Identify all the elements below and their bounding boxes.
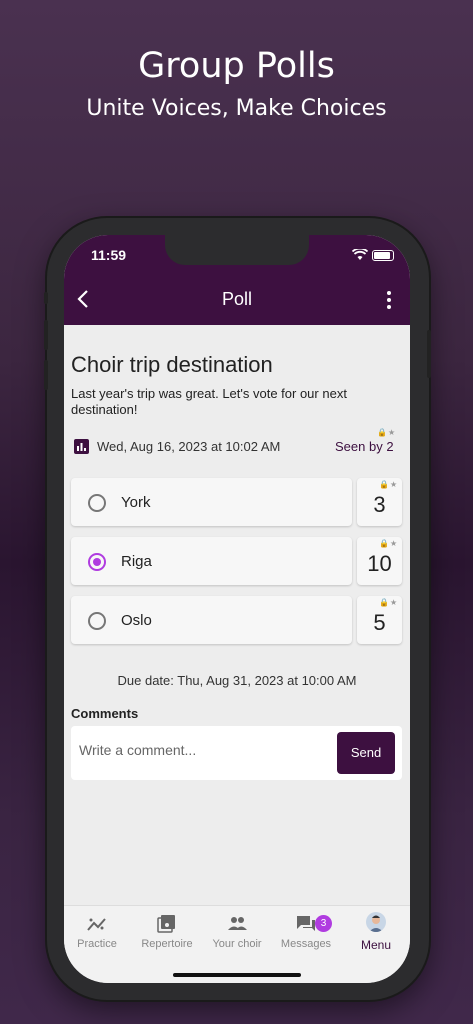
mute-switch bbox=[44, 292, 48, 304]
lock-star-icon: 🔒★ bbox=[379, 480, 399, 489]
bottom-tab-bar: Practice Repertoire Your choir 3 Message… bbox=[64, 905, 410, 983]
vote-count-value: 10 bbox=[367, 551, 392, 576]
option-label: Oslo bbox=[121, 612, 152, 629]
tab-your-choir[interactable]: Your choir bbox=[202, 914, 272, 950]
poll-title: Choir trip destination bbox=[71, 352, 273, 377]
hero-title: Group Polls bbox=[138, 46, 335, 86]
tab-label: Practice bbox=[77, 938, 117, 950]
page-title: Poll bbox=[221, 289, 252, 309]
vote-count-value: 5 bbox=[373, 610, 386, 635]
seen-by-link[interactable]: Seen by 2 bbox=[335, 439, 394, 454]
poll-option-oslo[interactable]: Oslo bbox=[71, 596, 352, 644]
tab-label: Messages bbox=[280, 938, 332, 950]
due-date: Due date: Thu, Aug 31, 2023 at 10:00 AM bbox=[117, 673, 357, 688]
radio-button[interactable] bbox=[88, 494, 106, 512]
poll-option-riga[interactable]: Riga bbox=[71, 537, 352, 585]
lock-star-icon: 🔒★ bbox=[379, 598, 399, 607]
poll-description: Last year's trip was great. Let's vote f… bbox=[71, 386, 347, 417]
radio-button[interactable] bbox=[88, 612, 106, 630]
vote-count-oslo[interactable]: 🔒★ 5 bbox=[357, 596, 402, 644]
tab-label: Your choir bbox=[212, 938, 262, 950]
people-icon bbox=[228, 917, 247, 930]
unread-badge: 3 bbox=[315, 915, 332, 932]
send-button[interactable]: Send bbox=[337, 732, 395, 774]
vote-count-value: 3 bbox=[373, 492, 386, 517]
radio-button-selected[interactable] bbox=[88, 553, 106, 571]
notch bbox=[165, 235, 309, 265]
comments-heading: Comments bbox=[71, 706, 139, 721]
vote-count-riga[interactable]: 🔒★ 10 bbox=[357, 537, 402, 585]
volume-up-button bbox=[44, 320, 48, 350]
avatar-icon bbox=[366, 912, 386, 932]
practice-icon bbox=[87, 918, 106, 931]
home-indicator[interactable] bbox=[173, 973, 301, 977]
volume-down-button bbox=[44, 360, 48, 390]
tab-menu[interactable]: Menu bbox=[341, 912, 410, 952]
comment-field[interactable]: Write a comment... Send bbox=[71, 726, 402, 780]
messages-icon bbox=[297, 916, 315, 931]
lock-star-icon: 🔒★ bbox=[379, 539, 399, 548]
battery-icon bbox=[372, 250, 394, 261]
tab-messages[interactable]: 3 Messages bbox=[271, 914, 341, 950]
comment-input[interactable]: Write a comment... bbox=[79, 742, 196, 758]
poll-option-york[interactable]: York bbox=[71, 478, 352, 526]
hero-subtitle: Unite Voices, Make Choices bbox=[86, 96, 387, 121]
tab-repertoire[interactable]: Repertoire bbox=[132, 914, 202, 950]
lock-star-icon: 🔒★ bbox=[377, 428, 397, 437]
status-time: 11:59 bbox=[91, 247, 127, 263]
tab-label: Menu bbox=[360, 938, 392, 952]
vote-count-york[interactable]: 🔒★ 3 bbox=[357, 478, 402, 526]
repertoire-icon bbox=[157, 915, 175, 933]
app-screen: 11:59 Poll Choir trip destination Last y… bbox=[64, 235, 410, 983]
poll-date: Wed, Aug 16, 2023 at 10:02 AM bbox=[97, 439, 281, 454]
tab-practice[interactable]: Practice bbox=[64, 914, 132, 950]
tab-label: Repertoire bbox=[141, 938, 193, 950]
option-label: Riga bbox=[121, 553, 152, 570]
poll-chart-icon bbox=[74, 439, 89, 454]
wifi-icon bbox=[352, 249, 368, 260]
app-header: 11:59 Poll bbox=[64, 235, 410, 325]
power-button bbox=[427, 330, 431, 378]
option-label: York bbox=[121, 494, 151, 511]
more-vertical-icon[interactable] bbox=[382, 289, 396, 311]
